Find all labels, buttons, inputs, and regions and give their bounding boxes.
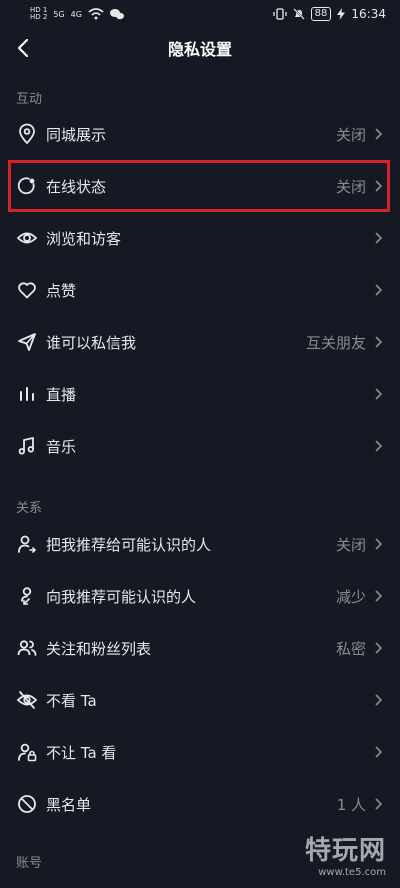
row-value: 1 人: [336, 795, 366, 814]
row-value: 减少: [335, 587, 366, 606]
block-icon: [18, 795, 36, 813]
row-value: 关闭: [335, 177, 366, 196]
user-recommend-icon: [21, 587, 32, 605]
sim-badges: HD 1 HD 2: [30, 7, 47, 21]
chevron-right-icon: [375, 440, 383, 452]
row-who-can-message[interactable]: 谁可以私信我 互关朋友: [0, 316, 400, 368]
row-label: 向我推荐可能认识的人: [46, 587, 197, 606]
chevron-right-icon: [375, 336, 383, 348]
chevron-right-icon: [375, 232, 383, 244]
eye-off-icon: [16, 691, 38, 709]
chevron-right-icon: [375, 538, 383, 550]
eye-icon: [16, 232, 38, 244]
network-1: 5G: [53, 9, 65, 19]
row-label: 把我推荐给可能认识的人: [46, 535, 212, 554]
status-left: HD 1 HD 2 5G 4G: [30, 7, 124, 21]
watermark: 特玩网 www.te5.com: [305, 830, 386, 878]
status-bar: HD 1 HD 2 5G 4G 88 16:34: [0, 0, 400, 28]
vibrate-icon: [273, 8, 287, 20]
users-icon: [17, 640, 37, 656]
back-arrow-icon[interactable]: [12, 36, 36, 60]
user-lock-icon: [18, 743, 37, 762]
chevron-right-icon: [375, 798, 383, 810]
nav-header: 隐私设置: [0, 28, 400, 68]
row-music[interactable]: 音乐: [0, 420, 400, 472]
section-interaction: 互动: [16, 92, 43, 107]
chevron-right-icon: [375, 642, 383, 654]
row-value: 关闭: [335, 125, 366, 144]
battery-indicator: 88: [310, 7, 332, 21]
section-account: 账号: [16, 856, 43, 871]
section-relations: 关系: [16, 501, 43, 516]
location-icon: [19, 123, 35, 145]
clock: 16:34: [351, 7, 386, 21]
online-status-icon: [17, 177, 35, 195]
row-label: 点赞: [46, 281, 77, 300]
chevron-right-icon: [375, 180, 383, 192]
row-label: 直播: [46, 385, 77, 404]
send-icon: [18, 333, 36, 351]
row-label: 不让 Ta 看: [46, 743, 117, 762]
chevron-right-icon: [375, 590, 383, 602]
row-recommend-me[interactable]: 把我推荐给可能认识的人 关闭: [0, 518, 400, 570]
status-right: 88 16:34: [273, 7, 386, 21]
wifi-icon: [88, 8, 104, 20]
bolt-icon: [337, 8, 346, 20]
row-label: 谁可以私信我: [46, 333, 137, 352]
row-blacklist[interactable]: 黑名单 1 人: [0, 778, 400, 830]
chevron-right-icon: [375, 388, 383, 400]
row-value: 互关朋友: [305, 333, 366, 352]
row-online-status[interactable]: 在线状态 关闭: [0, 160, 400, 212]
watermark-url: www.te5.com: [318, 867, 386, 878]
row-label: 音乐: [46, 437, 77, 456]
row-label: 同城展示: [46, 125, 107, 144]
row-follow-fans-list[interactable]: 关注和粉丝列表 私密: [0, 622, 400, 674]
wechat-icon: [109, 9, 124, 20]
row-label: 在线状态: [46, 177, 107, 196]
row-value: 私密: [335, 639, 366, 658]
chevron-right-icon: [375, 128, 383, 140]
row-label: 黑名单: [46, 795, 92, 814]
row-recommend-to-me[interactable]: 向我推荐可能认识的人 减少: [0, 570, 400, 622]
watermark-logo-text: 特玩网: [304, 836, 386, 866]
row-browse-visitors[interactable]: 浏览和访客: [0, 212, 400, 264]
page-title: 隐私设置: [167, 40, 232, 59]
row-live[interactable]: 直播: [0, 368, 400, 420]
network-2: 4G: [70, 9, 82, 19]
row-nearby-display[interactable]: 同城展示 关闭: [0, 108, 400, 160]
chevron-right-icon: [375, 284, 383, 296]
sim2-label: HD 2: [30, 13, 48, 21]
music-icon: [18, 437, 34, 455]
row-label: 关注和粉丝列表: [46, 639, 152, 658]
row-hide-their-posts[interactable]: 不看 Ta: [0, 674, 400, 726]
row-label: 不看 Ta: [46, 691, 97, 710]
chevron-right-icon: [375, 694, 383, 706]
row-label: 浏览和访客: [46, 229, 122, 248]
user-share-icon: [18, 535, 37, 553]
chevron-right-icon: [375, 746, 383, 758]
mute-bell-icon: [292, 8, 305, 20]
heart-icon: [18, 282, 36, 299]
row-value: 关闭: [335, 535, 366, 554]
row-hide-from-them[interactable]: 不让 Ta 看: [0, 726, 400, 778]
row-likes[interactable]: 点赞: [0, 264, 400, 316]
live-bars-icon: [20, 387, 34, 401]
